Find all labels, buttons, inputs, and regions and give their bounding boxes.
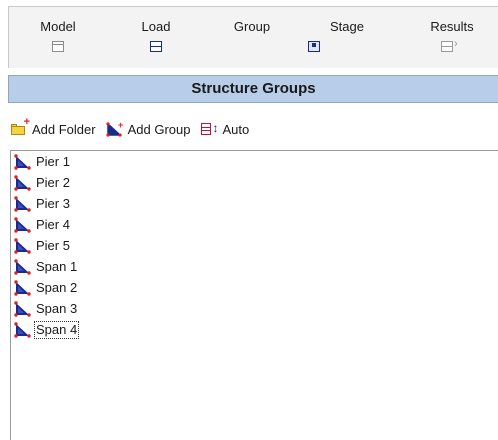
add-group-icon: + bbox=[105, 121, 124, 137]
tree-item-label: Pier 3 bbox=[36, 196, 70, 211]
panel-title: Structure Groups bbox=[8, 75, 498, 103]
load-icon bbox=[150, 41, 162, 52]
tree-item[interactable]: Pier 4 bbox=[14, 215, 71, 235]
structure-group-icon bbox=[14, 196, 32, 212]
structure-group-icon bbox=[14, 175, 32, 191]
structure-group-icon bbox=[14, 217, 32, 233]
tab-label: Model bbox=[40, 19, 76, 34]
tree-item[interactable]: Span 1 bbox=[14, 257, 78, 277]
structure-group-icon bbox=[14, 280, 32, 296]
add-folder-label: Add Folder bbox=[32, 121, 96, 137]
tree-item-label: Span 3 bbox=[36, 301, 78, 316]
tree-item-label: Pier 2 bbox=[36, 175, 70, 190]
add-group-button[interactable]: + Add Group bbox=[105, 121, 191, 137]
tab-label: Results bbox=[430, 19, 474, 34]
tab-load[interactable]: Load bbox=[121, 19, 191, 65]
tab-model[interactable]: Model bbox=[23, 19, 93, 65]
tab-label: Stage bbox=[330, 19, 364, 34]
structure-group-icon bbox=[14, 259, 32, 275]
svg-text:+: + bbox=[118, 121, 123, 130]
structure-groups-window: Model Load Group Stage Results Structure… bbox=[0, 0, 498, 440]
tree-item[interactable]: Span 4 bbox=[14, 320, 80, 340]
tab-stage[interactable]: Stage bbox=[308, 19, 382, 65]
structure-group-tree[interactable]: Pier 1 Pier 2 Pier 3 Pier 4 Pier 5 Span 1 Span… bbox=[10, 150, 498, 440]
tree-item[interactable]: Pier 1 bbox=[14, 152, 71, 172]
results-icon bbox=[441, 38, 458, 52]
add-group-label: Add Group bbox=[127, 121, 191, 137]
tree-item[interactable]: Pier 5 bbox=[14, 236, 71, 256]
model-icon bbox=[52, 41, 64, 52]
tree-item-label: Span 2 bbox=[36, 280, 78, 295]
stage-icon bbox=[308, 41, 320, 52]
auto-label: Auto bbox=[222, 121, 250, 137]
tree-item-label: Pier 5 bbox=[36, 238, 70, 253]
tab-label: Group bbox=[233, 19, 271, 34]
tab-group[interactable]: Group bbox=[217, 19, 287, 65]
tree-item-label: Span 4 bbox=[33, 321, 80, 339]
add-folder-button[interactable]: + Add Folder bbox=[10, 117, 96, 137]
tree-item-label: Pier 4 bbox=[36, 217, 70, 232]
structure-group-icon bbox=[14, 322, 32, 338]
toolbar: + Add Folder + Add Group ↕ Auto bbox=[10, 117, 259, 140]
tree-item-label: Span 1 bbox=[36, 259, 78, 274]
tree-item[interactable]: Span 2 bbox=[14, 278, 78, 298]
auto-icon: ↕ bbox=[200, 121, 218, 137]
tab-strip: Model Load Group Stage Results bbox=[8, 6, 498, 68]
structure-group-icon bbox=[14, 154, 32, 170]
add-folder-icon: + bbox=[10, 117, 30, 137]
structure-group-icon bbox=[14, 238, 32, 254]
tab-results[interactable]: Results bbox=[417, 19, 487, 65]
tree-item[interactable]: Pier 2 bbox=[14, 173, 71, 193]
auto-button[interactable]: ↕ Auto bbox=[200, 121, 249, 137]
tree-item[interactable]: Pier 3 bbox=[14, 194, 71, 214]
structure-group-icon bbox=[14, 301, 32, 317]
tree-item-label: Pier 1 bbox=[36, 154, 70, 169]
tree-item[interactable]: Span 3 bbox=[14, 299, 78, 319]
tab-label: Load bbox=[141, 19, 171, 34]
